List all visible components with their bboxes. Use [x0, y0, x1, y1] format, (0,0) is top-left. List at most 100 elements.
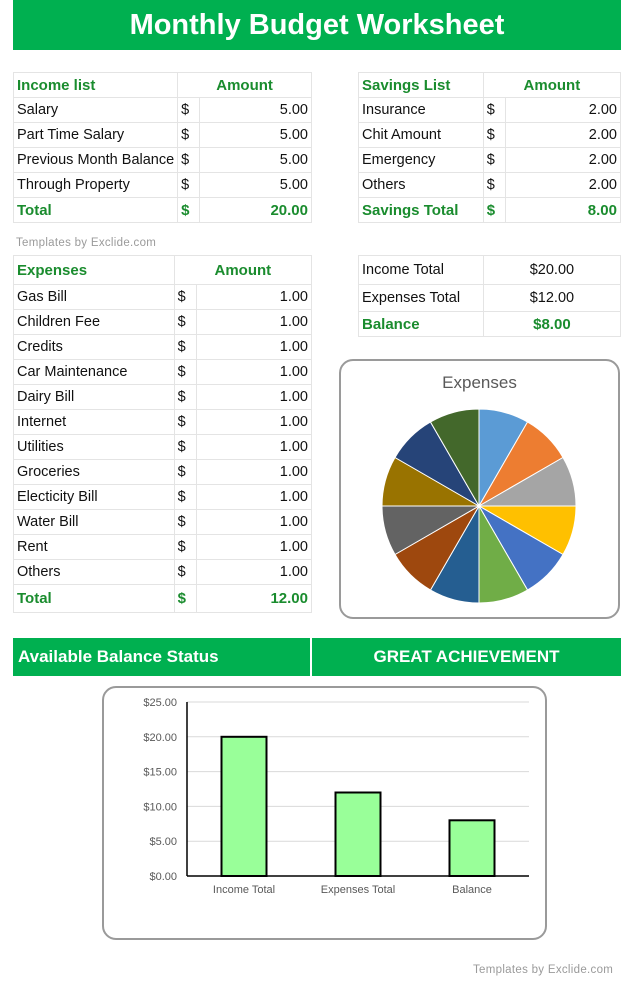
expense-row-label[interactable]: Internet	[13, 409, 175, 435]
currency-symbol: $	[482, 197, 506, 223]
savings-header-label: Savings List	[358, 72, 484, 98]
expenses-total-label: Total	[13, 584, 175, 613]
income-row-label[interactable]: Salary	[12, 97, 179, 123]
expense-row-amount[interactable]: 1.00	[195, 534, 313, 560]
expense-row: Children Fee $ 1.00	[13, 309, 313, 335]
expense-row: Water Bill $ 1.00	[13, 509, 313, 535]
currency-symbol: $	[177, 97, 200, 123]
y-tick-label: $25.00	[143, 697, 177, 709]
income-header-label: Income list	[12, 72, 179, 98]
currency-symbol: $	[482, 147, 506, 173]
expenses-header-row: Expenses Amount	[13, 255, 313, 285]
expense-row: Car Maintenance $ 1.00	[13, 359, 313, 385]
currency-symbol: $	[173, 459, 197, 485]
income-row-label[interactable]: Through Property	[12, 172, 179, 198]
expense-row: Rent $ 1.00	[13, 534, 313, 560]
currency-symbol: $	[173, 284, 197, 310]
summary-row-value: $20.00	[482, 255, 622, 285]
currency-symbol: $	[173, 334, 197, 360]
expense-row-amount[interactable]: 1.00	[195, 334, 313, 360]
currency-symbol: $	[482, 122, 506, 148]
expense-row-amount[interactable]: 1.00	[195, 559, 313, 585]
expense-row-label[interactable]: Dairy Bill	[13, 384, 175, 410]
expense-row-label[interactable]: Children Fee	[13, 309, 175, 335]
expense-row-amount[interactable]: 1.00	[195, 284, 313, 310]
income-row-amount[interactable]: 5.00	[198, 122, 313, 148]
savings-header-amount: Amount	[482, 72, 622, 98]
y-tick-label: $20.00	[143, 732, 177, 744]
x-tick-label: Income Total	[213, 884, 275, 896]
income-row-amount[interactable]: 5.00	[198, 147, 313, 173]
currency-symbol: $	[173, 309, 197, 335]
savings-table: Savings List Amount Insurance $ 2.00 Chi…	[358, 72, 622, 223]
savings-row-label[interactable]: Emergency	[358, 147, 484, 173]
expense-row-label[interactable]: Electicity Bill	[13, 484, 175, 510]
savings-row: Emergency $ 2.00	[358, 147, 622, 173]
expense-row-label[interactable]: Groceries	[13, 459, 175, 485]
expense-row: Gas Bill $ 1.00	[13, 284, 313, 310]
balance-status-label-text: Available Balance Status	[18, 647, 219, 666]
expenses-pie-chart[interactable]: Expenses Gas BillChildren FeeCreditsCar …	[339, 359, 620, 619]
savings-row-label[interactable]: Others	[358, 172, 484, 198]
bar[interactable]	[220, 735, 268, 877]
balance-label: Balance	[358, 311, 484, 337]
currency-symbol: $	[482, 97, 506, 123]
summary-row-label: Income Total	[358, 255, 484, 285]
balance-row: Balance $8.00	[358, 311, 622, 337]
currency-symbol: $	[173, 484, 197, 510]
income-row-amount[interactable]: 5.00	[198, 97, 313, 123]
summary-row: Expenses Total $12.00	[358, 284, 622, 312]
savings-row-amount[interactable]: 2.00	[504, 147, 622, 173]
savings-row-amount[interactable]: 2.00	[504, 172, 622, 198]
expense-row-label[interactable]: Car Maintenance	[13, 359, 175, 385]
balance-status-label: Available Balance Status	[13, 638, 310, 676]
x-tick-label: Expenses Total	[321, 884, 395, 896]
expenses-header-amount: Amount	[173, 255, 313, 285]
expense-row-amount[interactable]: 1.00	[195, 459, 313, 485]
expense-row-amount[interactable]: 1.00	[195, 409, 313, 435]
expense-row-label[interactable]: Water Bill	[13, 509, 175, 535]
savings-row: Insurance $ 2.00	[358, 97, 622, 123]
income-row: Salary $ 5.00	[12, 97, 313, 123]
bar[interactable]	[334, 791, 382, 877]
page-title: Monthly Budget Worksheet	[13, 0, 621, 50]
currency-symbol: $	[482, 172, 506, 198]
expenses-total-row: Total $ 12.00	[13, 584, 313, 613]
expense-row-label[interactable]: Gas Bill	[13, 284, 175, 310]
expense-row-label[interactable]: Others	[13, 559, 175, 585]
balance-bar-chart[interactable]: $0.00 $5.00 $10.00 $15.00 $20.00 $25.00 Income…	[102, 686, 547, 940]
income-row-label[interactable]: Part Time Salary	[12, 122, 179, 148]
currency-symbol: $	[177, 122, 200, 148]
expense-row-label[interactable]: Utilities	[13, 434, 175, 460]
savings-row-label[interactable]: Chit Amount	[358, 122, 484, 148]
currency-symbol: $	[173, 409, 197, 435]
income-total-label: Total	[12, 197, 179, 223]
bar[interactable]	[448, 819, 496, 878]
income-row-label[interactable]: Previous Month Balance	[12, 147, 179, 173]
expense-row-amount[interactable]: 1.00	[195, 484, 313, 510]
expense-row-amount[interactable]: 1.00	[195, 309, 313, 335]
income-total-row: Total $ 20.00	[12, 197, 313, 223]
savings-total-amount: 8.00	[504, 197, 622, 223]
currency-symbol: $	[173, 534, 197, 560]
savings-row-amount[interactable]: 2.00	[504, 97, 622, 123]
expenses-header-label: Expenses	[13, 255, 175, 285]
balance-value: $8.00	[482, 311, 622, 337]
income-row: Previous Month Balance $ 5.00	[12, 147, 313, 173]
currency-symbol: $	[177, 172, 200, 198]
expense-row-amount[interactable]: 1.00	[195, 359, 313, 385]
expense-row-amount[interactable]: 1.00	[195, 434, 313, 460]
savings-row-label[interactable]: Insurance	[358, 97, 484, 123]
savings-total-label: Savings Total	[358, 197, 484, 223]
y-tick-label: $0.00	[149, 871, 177, 883]
expense-row-label[interactable]: Credits	[13, 334, 175, 360]
savings-row: Chit Amount $ 2.00	[358, 122, 622, 148]
expense-row: Dairy Bill $ 1.00	[13, 384, 313, 410]
currency-symbol: $	[177, 147, 200, 173]
expense-row-label[interactable]: Rent	[13, 534, 175, 560]
savings-row-amount[interactable]: 2.00	[504, 122, 622, 148]
expense-row-amount[interactable]: 1.00	[195, 384, 313, 410]
income-row-amount[interactable]: 5.00	[198, 172, 313, 198]
currency-symbol: $	[173, 359, 197, 385]
expense-row-amount[interactable]: 1.00	[195, 509, 313, 535]
